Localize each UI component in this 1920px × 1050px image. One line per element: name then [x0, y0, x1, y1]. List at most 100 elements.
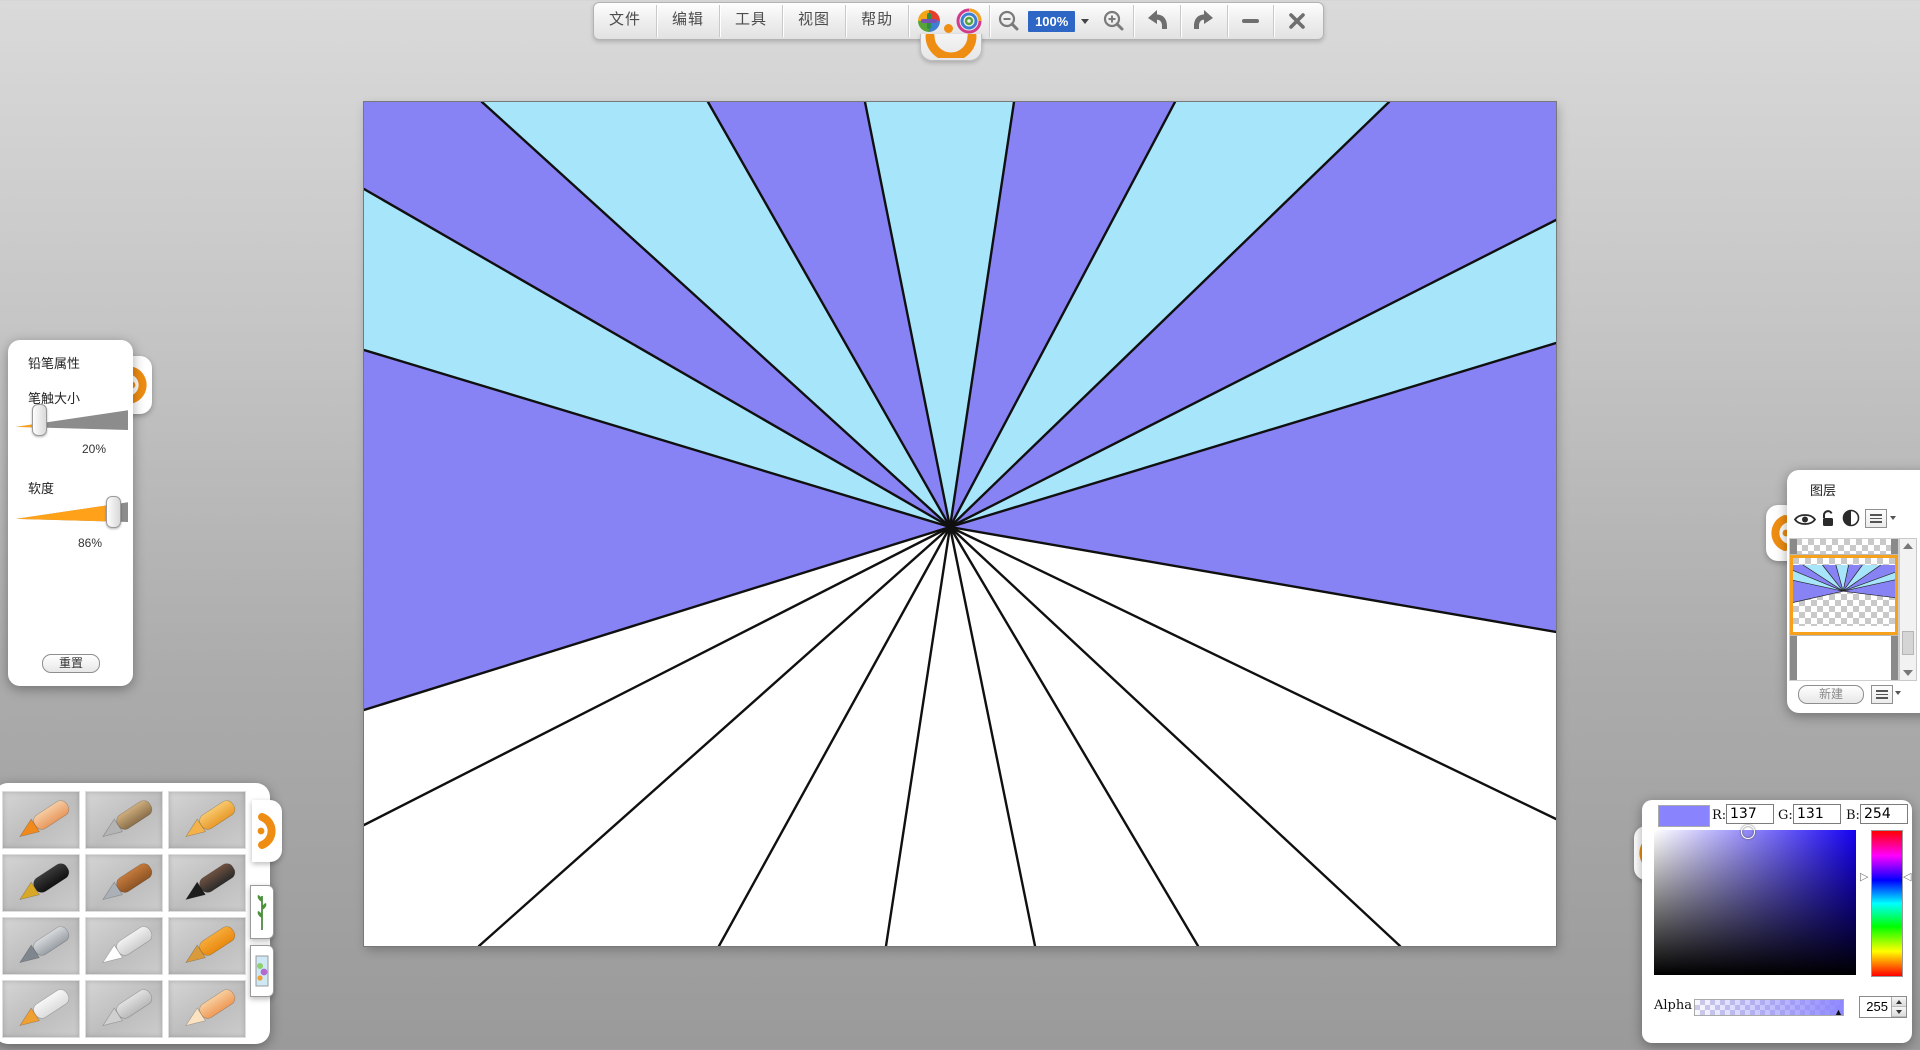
- blue-input[interactable]: [1860, 804, 1908, 824]
- fountain-pen-tool-icon: [8, 858, 74, 908]
- layer-menu-caret[interactable]: [1890, 516, 1896, 520]
- new-layer-button[interactable]: 新建: [1798, 685, 1864, 704]
- redo-button[interactable]: [1181, 3, 1227, 39]
- paint-tube-tool-icon: [8, 984, 74, 1034]
- crayon-tool-icon: [174, 795, 240, 845]
- zoom-in-button[interactable]: [1095, 3, 1133, 39]
- minimize-button[interactable]: [1228, 3, 1273, 39]
- menu-edit[interactable]: 编辑: [657, 3, 719, 39]
- scroll-up-arrow[interactable]: [1903, 543, 1913, 549]
- flat-brush-tool-icon: [91, 858, 157, 908]
- crayon-tool[interactable]: [168, 791, 246, 849]
- palette-knife-tool[interactable]: [85, 917, 163, 975]
- pastel-tool[interactable]: [85, 791, 163, 849]
- blue-label: B:: [1846, 808, 1860, 823]
- zoom-dropdown-caret[interactable]: [1081, 19, 1089, 24]
- layer-lock-button[interactable]: [1819, 508, 1837, 528]
- zoom-level-value[interactable]: 100%: [1028, 11, 1075, 32]
- flat-brush-tool[interactable]: [85, 854, 163, 912]
- menu-tools[interactable]: 工具: [720, 3, 782, 39]
- menu-file[interactable]: 文件: [594, 3, 656, 39]
- menu-help[interactable]: 帮助: [846, 3, 908, 39]
- close-button[interactable]: [1274, 3, 1320, 39]
- alpha-label: Alpha: [1654, 998, 1692, 1013]
- brush-size-value: 20%: [66, 442, 106, 456]
- layer-opacity-button[interactable]: [1841, 508, 1861, 528]
- slider-fill: [16, 496, 112, 526]
- layer-list-menu-caret[interactable]: [1895, 691, 1901, 695]
- orange-dot-icon: [944, 24, 953, 33]
- current-color-swatch: [1658, 805, 1710, 827]
- starburst-artwork: [364, 102, 1556, 946]
- brush-size-slider[interactable]: [16, 404, 128, 434]
- tools-palette-panel: [0, 783, 270, 1044]
- scrollbar-thumb[interactable]: [1902, 631, 1914, 655]
- smudge-knife-tool-icon: [91, 984, 157, 1034]
- hue-bar[interactable]: [1871, 830, 1903, 977]
- layer-thumbnail: [1793, 558, 1895, 626]
- hue-marker-right: ◁: [1903, 872, 1911, 883]
- pencil-properties-panel: 铅笔属性 笔触大小 20% 软度 86% 重置: [8, 340, 133, 686]
- pastel-tool-icon: [91, 795, 157, 845]
- airbrush-tool-icon: [8, 921, 74, 971]
- alpha-value[interactable]: 255: [1860, 997, 1891, 1017]
- softness-thumb[interactable]: [106, 496, 121, 528]
- tools-grid: [2, 791, 264, 1038]
- fountain-pen-tool[interactable]: [2, 854, 80, 912]
- layer-list: [1789, 538, 1899, 681]
- brush-size-thumb[interactable]: [32, 404, 47, 436]
- red-input[interactable]: [1726, 804, 1774, 824]
- layer-item-partial[interactable]: [1790, 539, 1898, 555]
- softness-slider[interactable]: [16, 496, 128, 526]
- toolbar-drag-handle[interactable]: [920, 34, 982, 61]
- pencil-panel-title: 铅笔属性: [28, 353, 80, 372]
- layer-visibility-button[interactable]: [1793, 510, 1817, 528]
- layers-panel-title: 图层: [1810, 480, 1836, 499]
- layer-item-selected[interactable]: [1790, 555, 1898, 635]
- texture-stamp-button[interactable]: [250, 945, 274, 997]
- red-label: R:: [1712, 808, 1726, 823]
- plant-icon: [255, 892, 269, 932]
- pencil-tool-icon: [8, 795, 74, 845]
- layer-item-white[interactable]: [1790, 635, 1898, 681]
- app-root: { "toolbar": { "menus": [ {"label": "文件"…: [0, 0, 1920, 1050]
- hue-marker-left: ▷: [1860, 872, 1868, 883]
- green-input[interactable]: [1793, 804, 1841, 824]
- airbrush-tool[interactable]: [2, 917, 80, 975]
- layer-list-scrollbar[interactable]: [1899, 538, 1917, 681]
- unlocked-padlock-icon: [1820, 509, 1836, 528]
- drawing-canvas[interactable]: [364, 102, 1556, 946]
- alpha-up-button[interactable]: [1892, 997, 1906, 1007]
- reset-button[interactable]: 重置: [42, 654, 100, 673]
- paint-tube-tool[interactable]: [2, 980, 80, 1038]
- softness-value: 86%: [62, 536, 102, 550]
- smudge-knife-tool[interactable]: [85, 980, 163, 1038]
- layers-panel: 图层 新建: [1787, 470, 1920, 713]
- eye-icon: [1794, 512, 1816, 527]
- roller-tool[interactable]: [168, 917, 246, 975]
- alpha-marker[interactable]: ▲: [1834, 1008, 1843, 1017]
- orange-crescent-icon: [255, 811, 279, 851]
- alpha-bar[interactable]: [1694, 999, 1844, 1016]
- orange-smile-icon: [925, 34, 977, 58]
- eraser-tool[interactable]: [168, 980, 246, 1038]
- alpha-down-button[interactable]: [1892, 1007, 1906, 1017]
- ink-brush-tool-icon: [174, 858, 240, 908]
- color-picker-panel: R: G: B: ▷ ◁ Alpha ▲ 255: [1642, 800, 1912, 1043]
- sv-cursor[interactable]: [1741, 825, 1755, 839]
- tools-panel-handle[interactable]: [252, 800, 282, 862]
- half-circle-icon: [1842, 509, 1860, 527]
- roller-tool-icon: [174, 921, 240, 971]
- menu-view[interactable]: 视图: [783, 3, 845, 39]
- layer-list-menu-button[interactable]: [1871, 685, 1893, 704]
- layer-blend-menu-button[interactable]: [1865, 509, 1887, 528]
- pencil-tool[interactable]: [2, 791, 80, 849]
- picture-icon: [255, 952, 269, 990]
- ink-brush-tool[interactable]: [168, 854, 246, 912]
- scroll-down-arrow[interactable]: [1903, 670, 1913, 676]
- eraser-tool-icon: [174, 984, 240, 1034]
- saturation-value-square[interactable]: [1654, 830, 1856, 975]
- undo-button[interactable]: [1134, 3, 1180, 39]
- zoom-out-button[interactable]: [990, 3, 1028, 39]
- plant-stamp-button[interactable]: [250, 885, 274, 939]
